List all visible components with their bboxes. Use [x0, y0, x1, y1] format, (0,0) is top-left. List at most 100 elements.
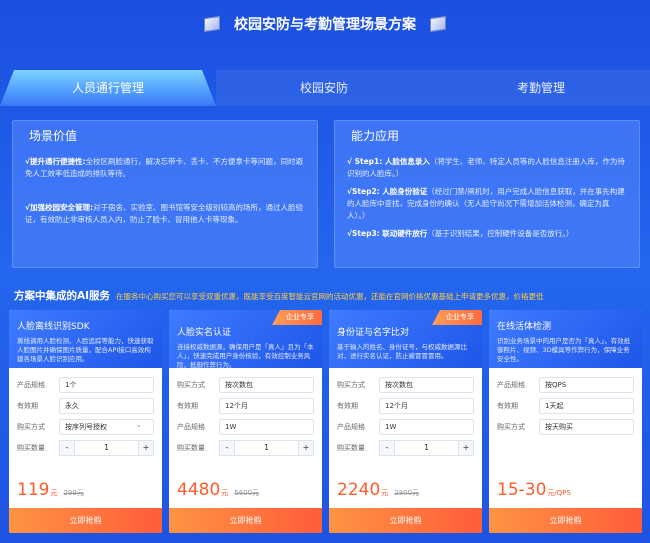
page-header: 校园安防与考勤管理场景方案 — [0, 14, 650, 34]
value-item-heading: √加强校园安全管理: — [25, 203, 94, 212]
price-value: 4480 — [177, 480, 221, 500]
purchase-method-option[interactable]: 按天购买 — [539, 418, 634, 435]
price-unit: 元 — [221, 489, 229, 497]
field-label: 产品规格 — [337, 422, 365, 431]
card-title: 人脸离线识别SDK — [17, 322, 90, 332]
card-header: 人脸离线识别SDK 离线调用人脸检测、人脸追踪等能力，快速获取人脸图片并确保图片… — [9, 310, 162, 368]
step-body: （基于识别结果，控制硬件设备是否放行。） — [427, 229, 574, 238]
page-title: 校园安防与考勤管理场景方案 — [234, 17, 416, 33]
buy-now-button[interactable]: 立即抢购 — [489, 508, 642, 533]
field-label: 有效期 — [497, 401, 518, 410]
price: 15-30元/QPS — [497, 480, 571, 500]
panel-title: 场景价值 — [29, 129, 78, 143]
field-label: 购买方式 — [337, 380, 365, 389]
ability-step: √ Step1: 人脸信息录入（将学生、老师、特定人员等的人脸信息注册入库，作为… — [347, 156, 627, 180]
price-value: 15-30 — [497, 480, 547, 500]
value-item-heading: √提升通行便捷性: — [25, 157, 86, 166]
spec-option[interactable]: 按QPS — [539, 376, 634, 393]
buy-now-button[interactable]: 立即抢购 — [329, 508, 482, 533]
purchase-method-option[interactable]: 按次数包 — [379, 376, 474, 393]
validity-option[interactable]: 12个月 — [379, 397, 474, 414]
field-label: 购买数量 — [337, 443, 365, 452]
validity-row: 有效期 12个月 — [337, 395, 474, 416]
step-heading: √ Step1: 人脸信息录入 — [347, 157, 430, 166]
decrement-button[interactable]: - — [219, 439, 235, 456]
validity-row: 有效期 12个月 — [177, 395, 314, 416]
quantity-row: 购买数量 -1 + — [17, 437, 154, 458]
value-item: √加强校园安全管理:对于宿舍、实验室、图书馆等安全级别较高的场所，通过人脸验证，… — [25, 202, 305, 226]
card-description: 识别业务场景中的用户是否为「真人」，有效抵御照片、视频、3D模具等作弊行为，保障… — [497, 337, 631, 363]
price-unit: 元 — [381, 489, 389, 497]
validity-row: 有效期 1天起 — [497, 395, 634, 416]
original-price: 299元 — [63, 489, 84, 497]
ability-step: √Step2: 人脸身份验证（经过门禁/闸机时，用户完成人脸信息获取，并在事先构… — [347, 186, 627, 222]
purchase-method-row: 购买方式 按次数包 — [337, 374, 474, 395]
spec-option[interactable]: 1个 — [59, 376, 154, 393]
decrement-button[interactable]: - — [59, 439, 75, 456]
field-label: 购买方式 — [17, 422, 45, 431]
price-value: 2240 — [337, 480, 381, 500]
price-unit: 元 — [50, 489, 58, 497]
validity-option[interactable]: 永久 — [59, 397, 154, 414]
card-title: 人脸实名认证 — [177, 328, 232, 338]
increment-button[interactable]: + — [138, 439, 154, 456]
field-label: 购买数量 — [177, 443, 205, 452]
product-card: 在线活体检测 识别业务场景中的用户是否为「真人」，有效抵御照片、视频、3D模具等… — [489, 310, 642, 533]
cube-icon — [430, 15, 446, 33]
quantity-stepper: -1 + — [219, 439, 314, 456]
increment-button[interactable]: + — [458, 439, 474, 456]
validity-row: 有效期 永久 — [17, 395, 154, 416]
purchase-method-select[interactable]: 按序列号授权 — [59, 418, 154, 435]
original-price: 2800元 — [394, 489, 420, 497]
field-label: 购买方式 — [497, 422, 525, 431]
quantity-input[interactable]: 1 — [395, 439, 458, 456]
validity-option[interactable]: 1天起 — [539, 397, 634, 414]
buy-now-button[interactable]: 立即抢购 — [169, 508, 322, 533]
price-unit: 元/QPS — [547, 489, 571, 497]
field-label: 购买数量 — [17, 443, 45, 452]
product-card: 人脸离线识别SDK 离线调用人脸检测、人脸追踪等能力，快速获取人脸图片并确保图片… — [9, 310, 162, 533]
spec-option[interactable]: 1W — [379, 418, 474, 435]
field-label: 有效期 — [337, 401, 358, 410]
card-header: 企业专享 身份证与名字比对 基于输入的姓名、身份证号，与权威数据源比对，进行实名… — [329, 310, 482, 368]
purchase-method-option[interactable]: 按次数包 — [219, 376, 314, 393]
quantity-stepper: -1 + — [59, 439, 154, 456]
quantity-row: 购买数量 -1 + — [177, 437, 314, 458]
buy-now-button[interactable]: 立即抢购 — [9, 508, 162, 533]
card-description: 基于输入的姓名、身份证号，与权威数据源比对，进行实名认证，防止被冒冒冒用。 — [337, 343, 467, 360]
section-title: 方案中集成的AI服务 — [14, 290, 111, 302]
field-label: 有效期 — [177, 401, 198, 410]
purchase-method-row: 购买方式 按序列号授权 — [17, 416, 154, 437]
quantity-row: 购买数量 -1 + — [337, 437, 474, 458]
value-item: √提升通行便捷性:全校区刷脸通行，解决忘带卡、丢卡、不方便拿卡等问题，同时避免人… — [25, 156, 305, 180]
original-price: 5600元 — [234, 489, 260, 497]
price: 2240元 2800元 — [337, 480, 419, 500]
page: 校园安防与考勤管理场景方案 人员通行管理 校园安防 考勤管理 场景价值 √提升通… — [0, 0, 650, 543]
panel-title: 能力应用 — [351, 129, 400, 143]
decrement-button[interactable]: - — [379, 439, 395, 456]
price: 4480元 5600元 — [177, 480, 259, 500]
card-header: 在线活体检测 识别业务场景中的用户是否为「真人」，有效抵御照片、视频、3D模具等… — [489, 310, 642, 368]
card-header: 企业专享 人脸实名认证 连接权威数据源，确保用户是「真人」且为「本人」，快速完成… — [169, 310, 322, 369]
validity-option[interactable]: 12个月 — [219, 397, 314, 414]
spec-row: 产品规格 1W — [337, 416, 474, 437]
spec-option[interactable]: 1W — [219, 418, 314, 435]
field-label: 有效期 — [17, 401, 38, 410]
field-label: 产品规格 — [177, 422, 205, 431]
enterprise-tag: 企业专享 — [272, 310, 322, 325]
quantity-input[interactable]: 1 — [235, 439, 298, 456]
card-title: 在线活体检测 — [497, 322, 552, 332]
tab-attendance[interactable]: 考勤管理 — [432, 70, 650, 106]
purchase-method-row: 购买方式 按次数包 — [177, 374, 314, 395]
price: 119元 299元 — [17, 480, 84, 500]
ability-step: √Step3: 联动硬件放行（基于识别结果，控制硬件设备是否放行。） — [347, 228, 627, 240]
enterprise-tag: 企业专享 — [432, 310, 482, 325]
tab-access-control[interactable]: 人员通行管理 — [0, 70, 216, 106]
quantity-stepper: -1 + — [379, 439, 474, 456]
increment-button[interactable]: + — [298, 439, 314, 456]
spec-row: 产品规格 按QPS — [497, 374, 634, 395]
section-header: 方案中集成的AI服务 在服务中心购买您可以享受双重优惠，既能享受百度智能云官网的活… — [14, 288, 544, 303]
scenario-value-panel: 场景价值 √提升通行便捷性:全校区刷脸通行，解决忘带卡、丢卡、不方便拿卡等问题，… — [12, 120, 318, 268]
quantity-input[interactable]: 1 — [75, 439, 138, 456]
tab-campus-security[interactable]: 校园安防 — [216, 70, 432, 106]
